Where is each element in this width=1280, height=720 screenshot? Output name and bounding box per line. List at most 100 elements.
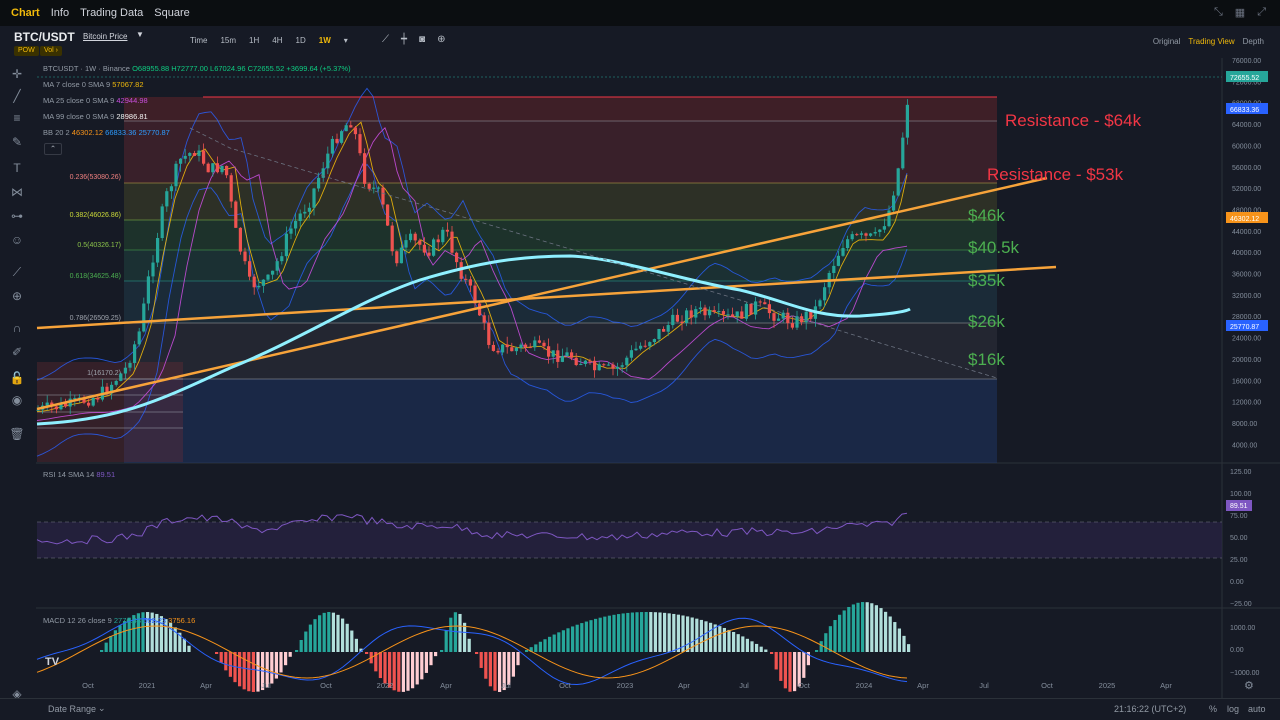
top-nav: Chart Info Trading Data Square ⤡ ▦ ⤢ <box>0 0 1280 26</box>
interval-1w[interactable]: 1W <box>319 36 331 45</box>
auto-toggle[interactable]: auto <box>1248 704 1266 714</box>
interval-4h[interactable]: 4H <box>272 36 282 45</box>
candle-body <box>496 350 500 353</box>
interval-15m[interactable]: 15m <box>220 36 236 45</box>
bb-legend[interactable]: BB 20 2 46302.12 66833.36 25770.87 <box>43 128 170 137</box>
candle-body <box>353 127 357 135</box>
macd-bar <box>274 652 278 679</box>
view-trading-view[interactable]: Trading View <box>1188 37 1234 46</box>
candle-body <box>758 301 762 303</box>
candle-body <box>418 240 422 245</box>
macd-bar <box>270 652 274 684</box>
view-depth[interactable]: Depth <box>1243 37 1264 46</box>
candle-body <box>344 125 348 132</box>
chevron-down-icon[interactable]: ▼ <box>136 30 144 39</box>
annotation-res-64k: Resistance - $64k <box>1005 111 1142 130</box>
crosshair-icon[interactable]: ✛ <box>9 66 25 82</box>
bb-upper: 66833.36 <box>105 128 137 137</box>
macd-label: MACD 12 26 close 9 <box>43 616 112 625</box>
macd-bar <box>617 614 621 652</box>
candle-body <box>183 155 187 159</box>
lock-icon[interactable]: 🔓 <box>9 370 25 386</box>
macd-bar <box>313 619 317 652</box>
legend-collapse-button[interactable]: ⌃ <box>44 143 62 155</box>
price-label-bg <box>1226 103 1268 114</box>
expand-icon[interactable]: ⤢ <box>1257 6 1266 19</box>
chevron-down-icon[interactable]: ⌄ <box>98 703 106 714</box>
tab-info[interactable]: Info <box>51 7 69 19</box>
macd-bar <box>104 642 108 652</box>
zoom-icon[interactable]: ⊕ <box>9 288 25 304</box>
emoji-icon[interactable]: ☺ <box>9 232 25 248</box>
symbol-subtitle[interactable]: Bitcoin Price <box>83 32 127 41</box>
candle-type-icon[interactable]: ┿ <box>401 34 407 45</box>
candle-body <box>169 186 173 192</box>
collapse-icon[interactable]: ⤡ <box>1214 6 1223 19</box>
macd-bar <box>318 615 322 652</box>
interval-1d[interactable]: 1D <box>296 36 306 45</box>
ma25-legend[interactable]: MA 25 close 0 SMA 9 42944.98 <box>43 96 148 105</box>
bb-label: BB 20 2 <box>43 128 70 137</box>
trendline-icon[interactable]: ╱ <box>9 88 25 104</box>
candle-body <box>206 163 210 173</box>
rsi-legend[interactable]: RSI 14 SMA 14 89.51 <box>43 470 115 479</box>
macd-bar <box>406 652 410 691</box>
tab-trading-data[interactable]: Trading Data <box>80 7 143 19</box>
time-tick: 2023 <box>617 681 634 690</box>
view-original[interactable]: Original <box>1153 37 1181 46</box>
candle-body <box>482 315 486 323</box>
percent-toggle[interactable]: % <box>1209 704 1217 714</box>
trash-icon[interactable]: 🗑 <box>9 426 25 442</box>
interval-more[interactable]: ▾ <box>344 36 348 45</box>
moving-averages <box>36 121 908 421</box>
ruler-icon[interactable]: ⟋ <box>9 264 25 280</box>
candle-body <box>892 195 896 211</box>
magnet-icon[interactable]: ∩ <box>9 320 25 336</box>
macd-bar <box>415 652 419 685</box>
clock-time[interactable]: 21:16:22 (UTC+2) <box>1114 704 1186 714</box>
candle-body <box>694 309 698 318</box>
interval-1h[interactable]: 1H <box>249 36 259 45</box>
tab-chart[interactable]: Chart <box>11 7 40 19</box>
log-toggle[interactable]: log <box>1227 704 1239 714</box>
candle-body <box>666 325 670 332</box>
symbol-title[interactable]: BTC/USDT <box>14 30 75 44</box>
macd-bar <box>327 612 331 652</box>
macd-histogram <box>100 602 911 692</box>
grid-icon[interactable]: ▦ <box>1235 6 1245 19</box>
macd-bar <box>118 625 122 652</box>
candle-body <box>491 344 495 351</box>
text-icon[interactable]: T <box>9 160 25 176</box>
macd-bar <box>640 612 644 652</box>
interval-time[interactable]: Time <box>190 36 207 45</box>
tab-square[interactable]: Square <box>154 7 189 19</box>
ma7-legend[interactable]: MA 7 close 0 SMA 9 57067.82 <box>43 80 144 89</box>
lock-draw-icon[interactable]: ✐ <box>9 344 25 360</box>
macd-bar <box>552 634 556 652</box>
eye-icon[interactable]: ◉ <box>9 392 25 408</box>
add-icon[interactable]: ⊕ <box>437 34 445 45</box>
candle-body <box>50 402 54 407</box>
candle-body <box>275 261 279 271</box>
bb-lower: 25770.87 <box>138 128 170 137</box>
ma7-line <box>36 121 908 413</box>
macd-bar <box>224 652 228 671</box>
candle-body <box>777 318 781 321</box>
candle-body <box>740 311 744 319</box>
macd-bar <box>732 631 736 652</box>
camera-icon[interactable]: ◙ <box>419 34 425 45</box>
macd-legend[interactable]: MACD 12 26 close 9 2776.43 562.23 3756.1… <box>43 616 195 625</box>
fib-icon[interactable]: ⊶ <box>9 208 25 224</box>
date-range-button[interactable]: Date Range <box>48 704 96 714</box>
settings-gear-icon[interactable]: ⚙ <box>1244 679 1254 692</box>
ma99-legend[interactable]: MA 99 close 0 SMA 9 28986.81 <box>43 112 148 121</box>
brush-icon[interactable]: ✎ <box>9 134 25 150</box>
candle-body <box>813 306 817 319</box>
macd-bar <box>842 610 846 652</box>
indicator-icon[interactable]: ⟋ <box>382 34 389 45</box>
horizontal-lines-icon[interactable]: ≡ <box>9 110 25 126</box>
macd-bar <box>865 602 869 652</box>
candle-body <box>54 406 58 410</box>
vol-badge[interactable]: Vol › <box>40 46 63 56</box>
pattern-icon[interactable]: ⋈ <box>9 184 25 200</box>
